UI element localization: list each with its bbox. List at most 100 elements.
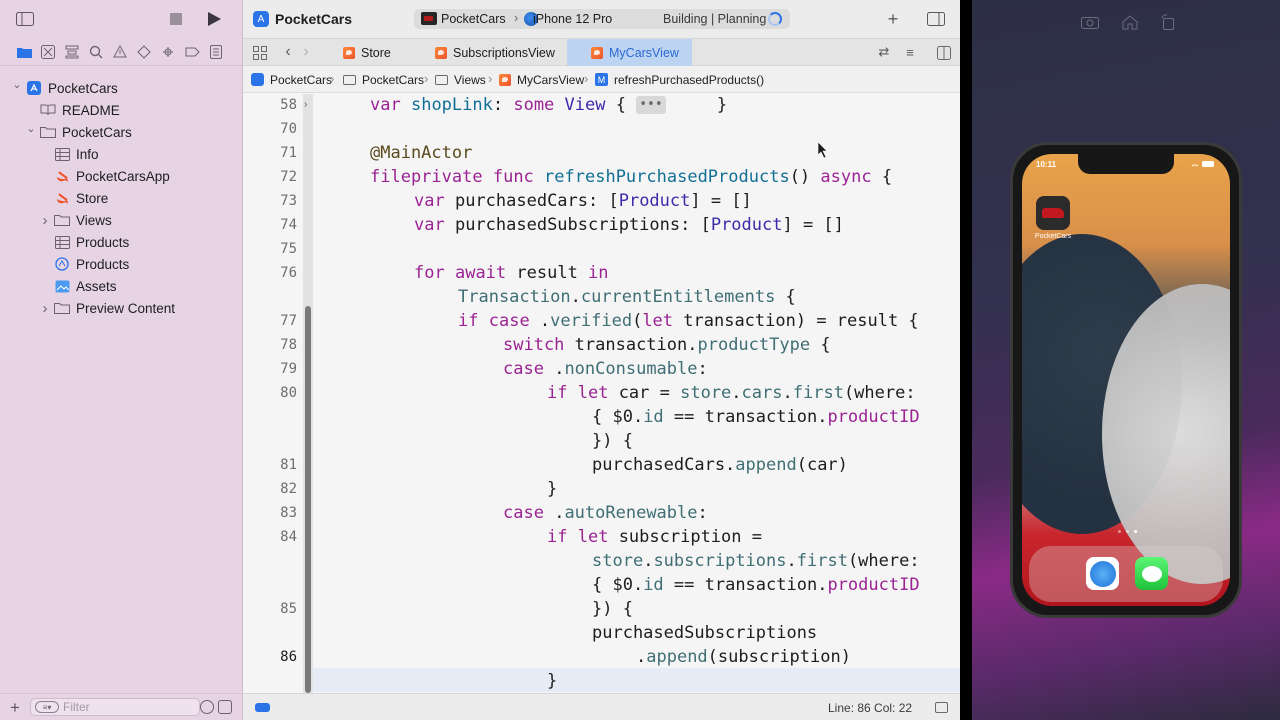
find-navigator-icon[interactable] (88, 44, 104, 60)
tab-mycarsview[interactable]: MyCarsView (567, 39, 692, 66)
pocketcars-app-icon[interactable] (1036, 196, 1070, 230)
jump-bar-breadcrumb: PocketCars › PocketCars › Views › MyCars… (243, 66, 960, 93)
sidebar-filter-bar: + ≡▾ Filter (0, 693, 243, 720)
page-indicator[interactable] (1114, 530, 1140, 534)
line-number[interactable]: 82 (257, 481, 297, 497)
file-tree-label: PocketCars (48, 80, 118, 96)
line-number[interactable]: 80 (257, 385, 297, 401)
filter-options-icon[interactable]: ≡▾ (35, 701, 59, 713)
breakpoints-toggle-icon[interactable] (255, 703, 270, 712)
swift-icon (54, 191, 70, 205)
code-line: } (547, 671, 558, 691)
safari-app-icon[interactable] (1086, 557, 1119, 590)
screenshot-icon[interactable] (1080, 12, 1100, 32)
breadcrumb-item[interactable]: PocketCars (270, 73, 332, 87)
file-tree-item[interactable]: ⌄ PocketCars (0, 121, 243, 143)
device-screen[interactable]: 10:11 PocketCars (1022, 154, 1230, 606)
code-line: fileprivate func refreshPurchasedProduct… (370, 167, 893, 187)
line-number[interactable]: 85 (257, 601, 297, 617)
code-line: var purchasedSubscriptions: [Product] = … (414, 215, 844, 235)
chevron-down-icon[interactable]: ⌄ (26, 122, 36, 135)
breadcrumb-item[interactable]: Views (454, 73, 486, 87)
line-number[interactable]: 71 (257, 145, 297, 161)
toggle-inspector-icon[interactable] (927, 10, 945, 28)
file-tree-item[interactable]: ⌄ PocketCars (0, 77, 243, 99)
chevron-right-icon[interactable]: › (40, 212, 50, 229)
debug-navigator-icon[interactable] (160, 44, 176, 60)
messages-app-icon[interactable] (1135, 557, 1168, 590)
table-icon (54, 235, 70, 249)
source-editor[interactable]: 58 70 71 72 73 74 75 76 77 78 79 80 81 82 83 84 85 86 › v… (243, 94, 960, 693)
line-number[interactable]: 86 (257, 649, 297, 665)
breadcrumb-item[interactable]: PocketCars (362, 73, 424, 87)
tab-store[interactable]: Store (331, 39, 415, 66)
folded-code-placeholder[interactable]: ••• (636, 96, 666, 114)
project-title: PocketCars (275, 11, 353, 27)
file-tree-label: PocketCarsApp (76, 168, 170, 184)
fold-scope-indicator[interactable] (305, 306, 311, 693)
file-tree-item[interactable]: Products (0, 231, 243, 253)
line-number[interactable]: 83 (257, 505, 297, 521)
line-number[interactable]: 79 (257, 361, 297, 377)
add-file-button[interactable]: + (10, 698, 20, 718)
toggle-debug-area-icon[interactable] (935, 702, 948, 713)
line-number[interactable]: 78 (257, 337, 297, 353)
source-control-icon[interactable] (40, 44, 56, 60)
file-tree-item[interactable]: Products (0, 253, 243, 275)
issue-navigator-icon[interactable] (112, 44, 128, 60)
symbol-navigator-icon[interactable] (64, 44, 80, 60)
line-number[interactable]: 74 (257, 217, 297, 233)
line-number[interactable]: 76 (257, 265, 297, 281)
filter-field[interactable]: ≡▾ Filter (30, 698, 200, 716)
breakpoint-navigator-icon[interactable] (184, 44, 200, 60)
line-number[interactable]: 81 (257, 457, 297, 473)
assets-icon (54, 279, 70, 293)
source-control-filter-icon[interactable] (218, 700, 232, 714)
chevron-right-icon[interactable]: › (40, 300, 50, 317)
file-tree-item[interactable]: README (0, 99, 243, 121)
project-navigator-icon[interactable] (16, 44, 32, 60)
test-navigator-icon[interactable] (136, 44, 152, 60)
line-number[interactable]: 70 (257, 121, 297, 137)
code-line: store.subscriptions.first(where: (592, 551, 920, 571)
chevron-right-icon: › (488, 71, 493, 86)
run-icon[interactable] (204, 10, 224, 28)
file-tree-item[interactable]: Assets (0, 275, 243, 297)
tab-label: MyCarsView (609, 45, 679, 60)
forward-chevron-icon[interactable]: › (297, 43, 315, 61)
grid-related-items-icon[interactable] (251, 44, 269, 62)
line-number[interactable]: 72 (257, 169, 297, 185)
editor-options-icon[interactable]: ≡ (901, 43, 919, 61)
line-number[interactable]: 77 (257, 313, 297, 329)
report-navigator-icon[interactable] (208, 44, 224, 60)
activity-view[interactable]: PocketCars › iPhone 12 Pro Building | Pl… (414, 9, 790, 29)
recent-files-icon[interactable] (200, 700, 214, 714)
line-number[interactable]: 75 (257, 241, 297, 257)
file-tree-item[interactable]: Store (0, 187, 243, 209)
device-selector[interactable]: iPhone 12 Pro (533, 12, 612, 26)
scheme-selector[interactable]: PocketCars (441, 12, 506, 26)
line-number[interactable]: 84 (257, 529, 297, 545)
file-tree-item[interactable]: PocketCarsApp (0, 165, 243, 187)
code-line: Transaction.currentEntitlements { (458, 287, 796, 307)
rotate-icon[interactable] (1158, 12, 1178, 32)
tab-subscriptionsview[interactable]: SubscriptionsView (423, 39, 563, 66)
line-number[interactable]: 73 (257, 193, 297, 209)
file-tree-item[interactable]: Info (0, 143, 243, 165)
navigator-sidebar: ⌄ PocketCars README ⌄ PocketCars Info PocketCa… (0, 0, 243, 720)
swap-arrows-icon[interactable]: ⇄ (875, 43, 893, 61)
fold-chevron-icon[interactable]: › (304, 99, 312, 113)
chevron-down-icon[interactable]: ⌄ (12, 78, 22, 91)
stop-icon[interactable] (166, 10, 186, 28)
back-chevron-icon[interactable]: ‹ (279, 43, 297, 61)
file-tree-item[interactable]: › Preview Content (0, 297, 243, 319)
add-library-icon[interactable]: + (884, 9, 902, 29)
home-icon[interactable] (1120, 12, 1140, 32)
breadcrumb-item[interactable]: MyCarsView (517, 73, 584, 87)
split-editor-icon[interactable] (935, 44, 953, 62)
xcode-project-icon (251, 73, 264, 86)
file-tree-item[interactable]: › Views (0, 209, 243, 231)
toggle-sidebar-icon[interactable] (15, 10, 35, 28)
breadcrumb-item[interactable]: refreshPurchasedProducts() (614, 73, 764, 87)
line-number[interactable]: 58 (257, 97, 297, 113)
